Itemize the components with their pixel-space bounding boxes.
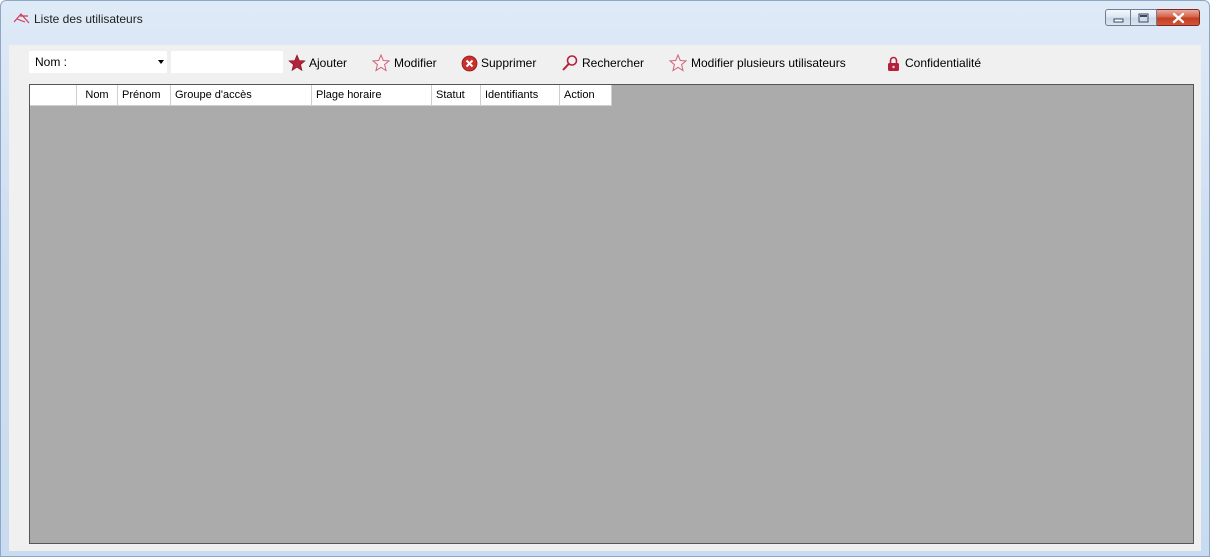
minimize-icon (1113, 18, 1124, 23)
edit-multiple-users-label: Modifier plusieurs utilisateurs (691, 56, 846, 70)
row-header-corner[interactable] (30, 85, 77, 106)
window-controls (1105, 9, 1200, 27)
chevron-down-icon (158, 60, 164, 64)
close-button[interactable] (1157, 9, 1200, 26)
add-button-label: Ajouter (309, 56, 348, 70)
column-header-nom[interactable]: Nom (77, 85, 118, 106)
maximize-button[interactable] (1131, 9, 1157, 26)
window-title: Liste des utilisateurs (34, 12, 143, 26)
toolbar: Nom : Ajouter Modifier Supprimer Recherc… (9, 45, 1009, 80)
edit-button[interactable]: Modifier (371, 52, 437, 74)
star-filled-icon (288, 54, 306, 72)
column-header-prenom[interactable]: Prénom (118, 85, 171, 106)
maximize-icon (1138, 13, 1149, 23)
column-header-identifiants[interactable]: Identifiants (481, 85, 560, 106)
column-header-action[interactable]: Action (560, 85, 612, 106)
client-area: Nom : Ajouter Modifier Supprimer Recherc… (9, 45, 1201, 551)
filter-field-value: Nom : (35, 55, 68, 69)
star-outline-icon (371, 54, 391, 72)
users-grid[interactable]: Nom Prénom Groupe d'accès Plage horaire … (29, 84, 1194, 544)
delete-x-icon (461, 55, 478, 71)
minimize-button[interactable] (1105, 9, 1131, 26)
star-outline-icon (668, 54, 688, 72)
column-header-plage-horaire[interactable]: Plage horaire (312, 85, 432, 106)
lock-icon (888, 56, 899, 71)
search-input[interactable] (171, 51, 283, 73)
edit-multiple-users-button[interactable]: Modifier plusieurs utilisateurs (668, 52, 846, 74)
app-logo-icon (13, 13, 30, 24)
column-header-groupe[interactable]: Groupe d'accès (171, 85, 312, 106)
search-button-label: Rechercher (582, 56, 645, 70)
edit-button-label: Modifier (394, 56, 437, 70)
close-icon (1172, 12, 1185, 24)
column-header-statut[interactable]: Statut (432, 85, 481, 106)
add-button[interactable]: Ajouter (288, 52, 347, 74)
search-icon (562, 55, 578, 71)
search-button[interactable]: Rechercher (561, 52, 644, 74)
privacy-button-label: Confidentialité (905, 56, 982, 70)
filter-field-dropdown[interactable]: Nom : (29, 51, 167, 73)
privacy-button[interactable]: Confidentialité (885, 52, 981, 74)
users-list-window: Liste des utilisateurs Nom: Ajouter Mod… (0, 0, 1210, 557)
title-bar[interactable]: Liste des utilisateurs (1, 1, 1209, 35)
grid-header: Nom Prénom Groupe d'accès Plage horaire … (30, 85, 612, 106)
delete-button[interactable]: Supprimer (461, 52, 536, 74)
delete-button-label: Supprimer (481, 56, 537, 70)
